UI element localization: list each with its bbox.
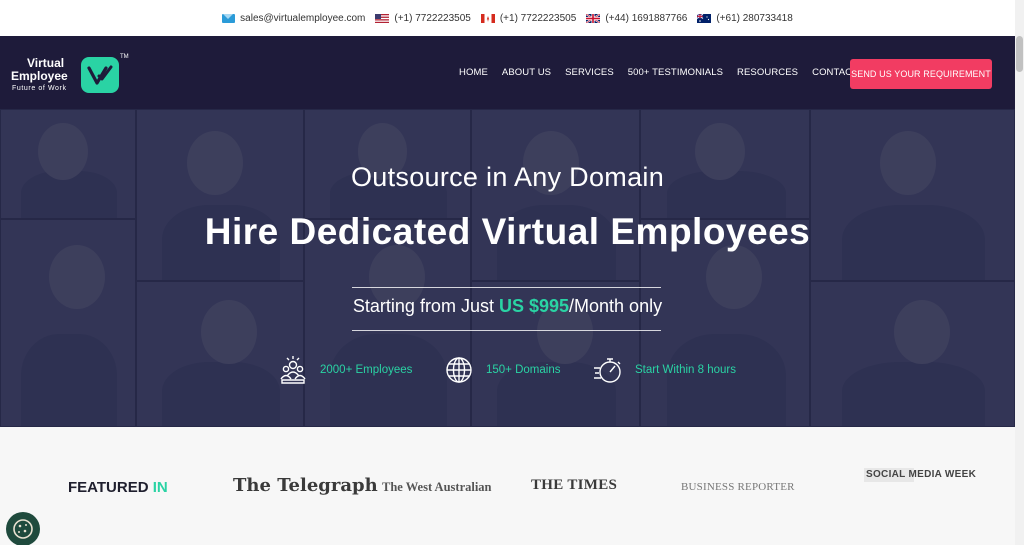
publication-west-australian: The West Australian	[382, 480, 492, 494]
stopwatch-icon	[594, 358, 621, 383]
publication-social-media-week: SOCIAL MEDIA WEEK	[864, 468, 977, 482]
featured-label-main: FEATURED	[68, 479, 153, 496]
stat-start-time: Start Within 8 hours	[592, 354, 736, 386]
page: sales@virtualemployee.com (+1) 772222350…	[0, 0, 1024, 545]
featured-in-heading: FEATURED IN	[68, 479, 168, 496]
hero-title: Hire Dedicated Virtual Employees	[204, 211, 811, 252]
cookie-settings-button[interactable]	[6, 512, 40, 545]
contact-bar: sales@virtualemployee.com (+1) 772222350…	[0, 0, 1015, 36]
cookie-icon	[13, 519, 33, 539]
stat-domains-label: 150+ Domains	[486, 364, 561, 376]
publication-business-reporter: BUSINESS REPORTER	[681, 481, 795, 493]
stat-domains: 150+ Domains	[443, 354, 560, 386]
phone-us[interactable]: (+1) 7722223505	[375, 13, 471, 24]
site-logo[interactable]: Virtual Employee Future of Work TM	[11, 54, 131, 95]
logo-trademark: TM	[120, 54, 129, 60]
phone-au[interactable]: (+61) 280733418	[697, 13, 793, 24]
ca-flag-icon	[480, 13, 495, 23]
phone-ca[interactable]: (+1) 7722223505	[480, 13, 576, 24]
scrollbar-thumb[interactable]	[1016, 36, 1023, 72]
stat-employees: 2000+ Employees	[277, 354, 412, 386]
hero-section: Outsource in Any Domain Hire Dedicated V…	[0, 109, 1015, 427]
main-nav: HOME ABOUT US SERVICES 500+ TESTIMONIALS…	[452, 36, 881, 109]
price-amount: US $995	[498, 296, 570, 316]
au-flag-icon	[697, 13, 712, 23]
globe-icon	[446, 357, 472, 383]
site-header: Virtual Employee Future of Work TM HOME …	[0, 36, 1015, 109]
nav-about-us[interactable]: ABOUT US	[495, 67, 558, 78]
phone-number[interactable]: (+44) 1691887766	[605, 13, 687, 24]
hero-subtitle: Outsource in Any Domain	[350, 162, 665, 192]
phone-number[interactable]: (+1) 7722223505	[500, 13, 576, 24]
nav-services[interactable]: SERVICES	[558, 67, 621, 78]
phone-uk[interactable]: (+44) 1691887766	[586, 13, 687, 24]
nav-home[interactable]: HOME	[452, 67, 495, 78]
nav-testimonials[interactable]: 500+ TESTIMONIALS	[621, 67, 730, 78]
vertical-scrollbar[interactable]	[1015, 0, 1024, 545]
phone-number[interactable]: (+1) 7722223505	[394, 13, 470, 24]
send-requirement-button[interactable]: SEND US YOUR REQUIREMENT	[850, 59, 992, 89]
team-icon	[280, 356, 306, 384]
publication-times: THE TIMES	[531, 477, 618, 493]
price-prefix: Starting from Just	[352, 296, 499, 316]
email-contact[interactable]: sales@virtualemployee.com	[222, 13, 365, 24]
price-divider-top	[352, 287, 661, 288]
phone-number[interactable]: (+61) 280733418	[716, 13, 792, 24]
featured-in-section: FEATURED IN The Telegraph The West Austr…	[0, 427, 1015, 545]
us-flag-icon	[375, 13, 390, 23]
logo-tagline: Future of Work	[12, 85, 67, 92]
logo-line1: Virtual	[27, 56, 65, 70]
logo-mark-icon	[81, 57, 119, 93]
stat-start-label: Start Within 8 hours	[635, 364, 736, 376]
nav-resources[interactable]: RESOURCES	[730, 67, 805, 78]
price-suffix: /Month only	[569, 296, 663, 316]
uk-flag-icon	[586, 13, 601, 23]
price-divider-bottom	[352, 330, 661, 331]
hero-stats: 2000+ Employees 150+ Domains Start Withi…	[0, 354, 1015, 386]
mail-icon	[222, 13, 236, 23]
logo-line2: Employee	[11, 69, 68, 83]
email-link[interactable]: sales@virtualemployee.com	[240, 13, 365, 24]
price-statement: Starting from Just US $995/Month only	[0, 296, 1015, 317]
featured-label-accent: IN	[152, 479, 168, 496]
publication-telegraph: The Telegraph	[233, 475, 378, 496]
stat-employees-label: 2000+ Employees	[320, 364, 413, 376]
